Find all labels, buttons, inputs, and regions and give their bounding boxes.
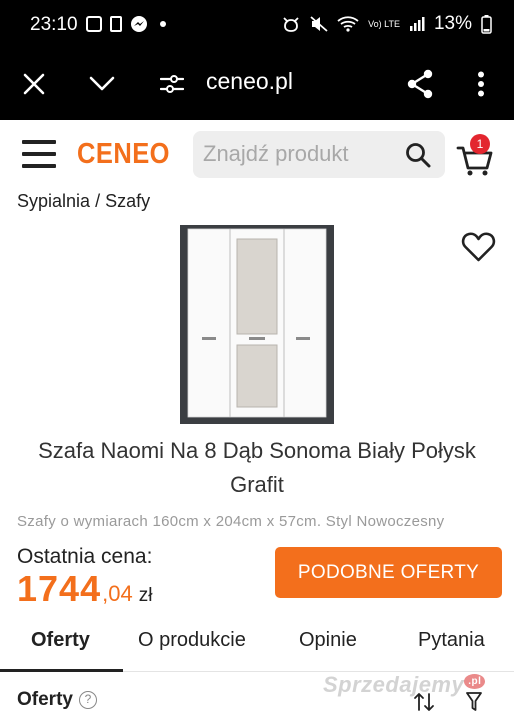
price-main: 1744 — [17, 568, 102, 609]
watermark-text: Sprzedajemy — [323, 672, 465, 697]
search-box[interactable] — [193, 131, 445, 178]
offers-title: Oferty — [17, 689, 73, 710]
chevron-down-icon[interactable] — [82, 64, 122, 104]
status-time: 23:10 — [30, 14, 78, 35]
price-currency: zł — [138, 585, 153, 606]
product-title: Szafa Naomi Na 8 Dąb Sonoma Biały Połysk… — [38, 438, 476, 497]
more-notifications-icon — [160, 21, 166, 27]
offers-section-title: Oferty ? — [17, 689, 97, 711]
menu-icon[interactable] — [22, 140, 56, 168]
search-icon[interactable] — [405, 142, 431, 168]
breadcrumb-item-szafy[interactable]: Szafy — [105, 191, 150, 211]
messenger-icon — [131, 16, 147, 32]
status-indicators: Vo) LTE 13% — [281, 13, 492, 35]
url-bar[interactable]: ceneo.pl — [206, 68, 293, 95]
heart-icon[interactable] — [461, 231, 496, 263]
breadcrumb-separator: / — [95, 191, 101, 211]
similar-offers-button[interactable]: PODOBNE OFERTY — [275, 547, 502, 598]
product-tabs: Oferty O produkcie Opinie Pytania — [0, 620, 514, 672]
more-vert-icon[interactable] — [461, 64, 501, 104]
breadcrumb-item-sypialnia[interactable]: Sypialnia — [17, 191, 90, 211]
filter-icon[interactable] — [466, 692, 482, 712]
cart-button[interactable]: 1 — [456, 134, 496, 178]
price-decimal: ,04 — [102, 581, 133, 606]
volte-label: Vo) LTE — [368, 18, 400, 29]
wifi-icon — [337, 16, 359, 32]
status-bar: 23:10 Vo) LTE 13% — [0, 0, 514, 50]
mute-icon — [310, 16, 328, 32]
product-description: Szafy o wymiarach 160cm x 204cm x 57cm. … — [17, 513, 445, 530]
watermark: Sprzedajemy .pl — [323, 672, 486, 698]
battery-percent: 13% — [433, 13, 472, 34]
sim-icon — [110, 16, 122, 32]
close-icon[interactable] — [14, 64, 54, 104]
share-icon[interactable] — [400, 64, 440, 104]
gallery-icon — [86, 16, 102, 32]
battery-icon — [481, 14, 492, 34]
tab-o-produkcie[interactable]: O produkcie — [138, 629, 246, 652]
signal-icon — [409, 17, 425, 31]
notification-icons — [86, 15, 166, 33]
browser-toolbar: ceneo.pl — [0, 50, 514, 120]
site-header: CENEO 1 — [0, 120, 514, 190]
help-icon[interactable]: ? — [78, 691, 97, 709]
sort-icon[interactable] — [413, 692, 435, 712]
price: 1744,04 zł — [17, 568, 152, 610]
search-input[interactable] — [203, 140, 393, 168]
ceneo-logo[interactable]: CENEO — [77, 138, 170, 171]
watermark-suffix: .pl — [464, 673, 486, 689]
tab-opinie[interactable]: Opinie — [299, 629, 357, 652]
last-price-label: Ostatnia cena: — [17, 545, 153, 568]
breadcrumb: Sypialnia / Szafy — [17, 191, 150, 212]
site-settings-icon[interactable] — [152, 64, 192, 104]
product-image[interactable] — [178, 225, 336, 424]
tab-oferty[interactable]: Oferty — [31, 629, 90, 652]
cart-count-badge: 1 — [470, 134, 490, 154]
tab-pytania[interactable]: Pytania — [418, 629, 485, 652]
alarm-icon — [283, 17, 299, 32]
active-tab-indicator — [0, 669, 123, 672]
